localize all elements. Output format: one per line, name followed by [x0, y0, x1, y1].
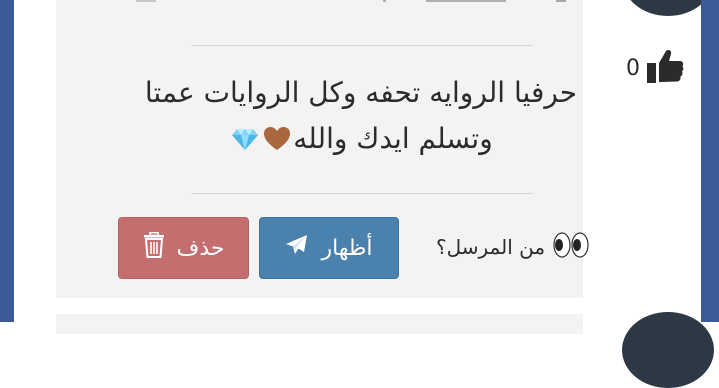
gem-icon	[231, 120, 259, 150]
brown-heart-icon	[263, 120, 291, 150]
delete-button-label: حذف	[176, 235, 225, 261]
show-button-label: أظهار	[321, 235, 373, 261]
message-line-2-text: وتسلم ايدك والله	[293, 122, 493, 155]
previous-line-partial	[116, 0, 596, 6]
page-edge-right	[701, 0, 719, 322]
message-line-1: حرفيا الروايه تحفه وكل الروايات عمتا	[144, 76, 578, 109]
message-text: حرفيا الروايه تحفه وكل الروايات عمتا وتس…	[116, 70, 606, 162]
page-edge-left	[0, 0, 14, 322]
next-message-card	[56, 314, 583, 334]
show-button[interactable]: أظهار	[259, 217, 399, 279]
like-count: 0	[626, 55, 640, 81]
eyes-icon	[553, 231, 589, 263]
sender-question-text: من المرسل؟	[436, 235, 546, 259]
divider-top	[191, 45, 533, 46]
send-icon	[285, 233, 309, 263]
like-control[interactable]: 0	[626, 46, 684, 90]
feed: حرفيا الروايه تحفه وكل الروايات عمتا وتس…	[14, 0, 714, 388]
thumbs-up-icon[interactable]	[646, 48, 684, 88]
divider-bottom	[191, 193, 533, 194]
next-avatar[interactable]	[622, 312, 714, 388]
trash-icon	[143, 231, 165, 264]
sender-question[interactable]: من المرسل؟	[436, 227, 606, 267]
message-card: حرفيا الروايه تحفه وكل الروايات عمتا وتس…	[56, 0, 589, 298]
message-line-2: وتسلم ايدك والله	[116, 116, 606, 162]
delete-button[interactable]: حذف	[118, 217, 249, 279]
